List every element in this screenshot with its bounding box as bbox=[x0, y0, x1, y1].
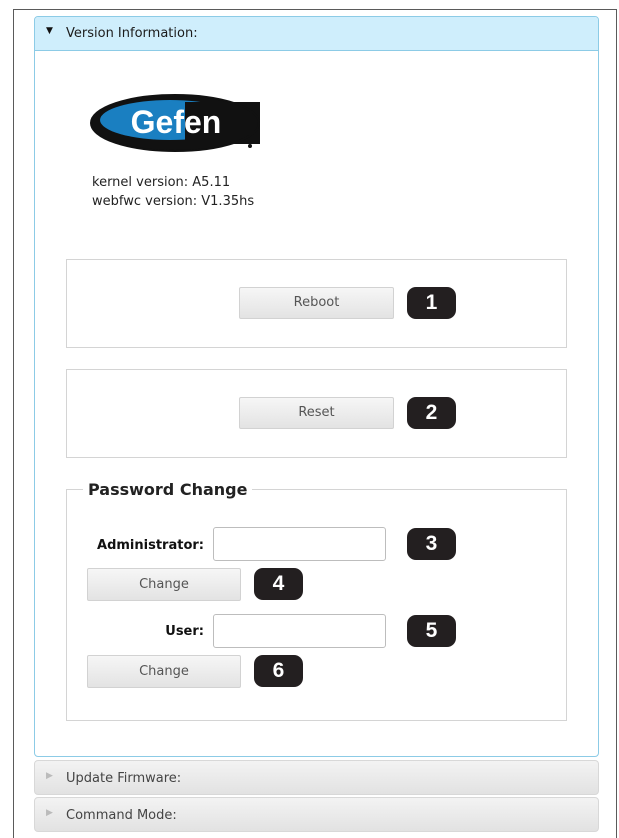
administrator-password-input[interactable] bbox=[213, 527, 386, 561]
callout-badge-3: 3 bbox=[407, 528, 456, 560]
triangle-down-icon: ▼ bbox=[46, 26, 53, 36]
update-firmware-panel-header[interactable]: ▶ Update Firmware: bbox=[34, 760, 599, 795]
reboot-button[interactable]: Reboot bbox=[239, 287, 394, 319]
user-password-input[interactable] bbox=[213, 614, 386, 648]
user-change-button[interactable]: Change bbox=[87, 655, 241, 688]
triangle-right-icon: ▶ bbox=[46, 771, 53, 781]
triangle-right-icon: ▶ bbox=[46, 808, 53, 818]
panel-title: Update Firmware: bbox=[66, 771, 182, 786]
kernel-version: kernel version: A5.11 bbox=[92, 175, 231, 190]
panel-title: Version Information: bbox=[66, 26, 198, 41]
webfwc-version: webfwc version: V1.35hs bbox=[92, 194, 255, 209]
callout-badge-1: 1 bbox=[407, 287, 456, 319]
callout-badge-5: 5 bbox=[407, 615, 456, 647]
administrator-label: Administrator: bbox=[97, 538, 204, 553]
callout-badge-2: 2 bbox=[407, 397, 456, 429]
password-change-legend: Password Change bbox=[83, 480, 253, 499]
gefen-logo: Gefen bbox=[90, 94, 260, 152]
administrator-change-button[interactable]: Change bbox=[87, 568, 241, 601]
callout-badge-4: 4 bbox=[254, 568, 303, 600]
callout-badge-6: 6 bbox=[254, 655, 303, 687]
logo-text: Gefen bbox=[131, 104, 222, 140]
command-mode-panel-header[interactable]: ▶ Command Mode: bbox=[34, 797, 599, 832]
reset-button[interactable]: Reset bbox=[239, 397, 394, 429]
panel-title: Command Mode: bbox=[66, 808, 177, 823]
version-information-header[interactable]: ▼ Version Information: bbox=[35, 17, 598, 51]
user-label: User: bbox=[165, 624, 204, 639]
